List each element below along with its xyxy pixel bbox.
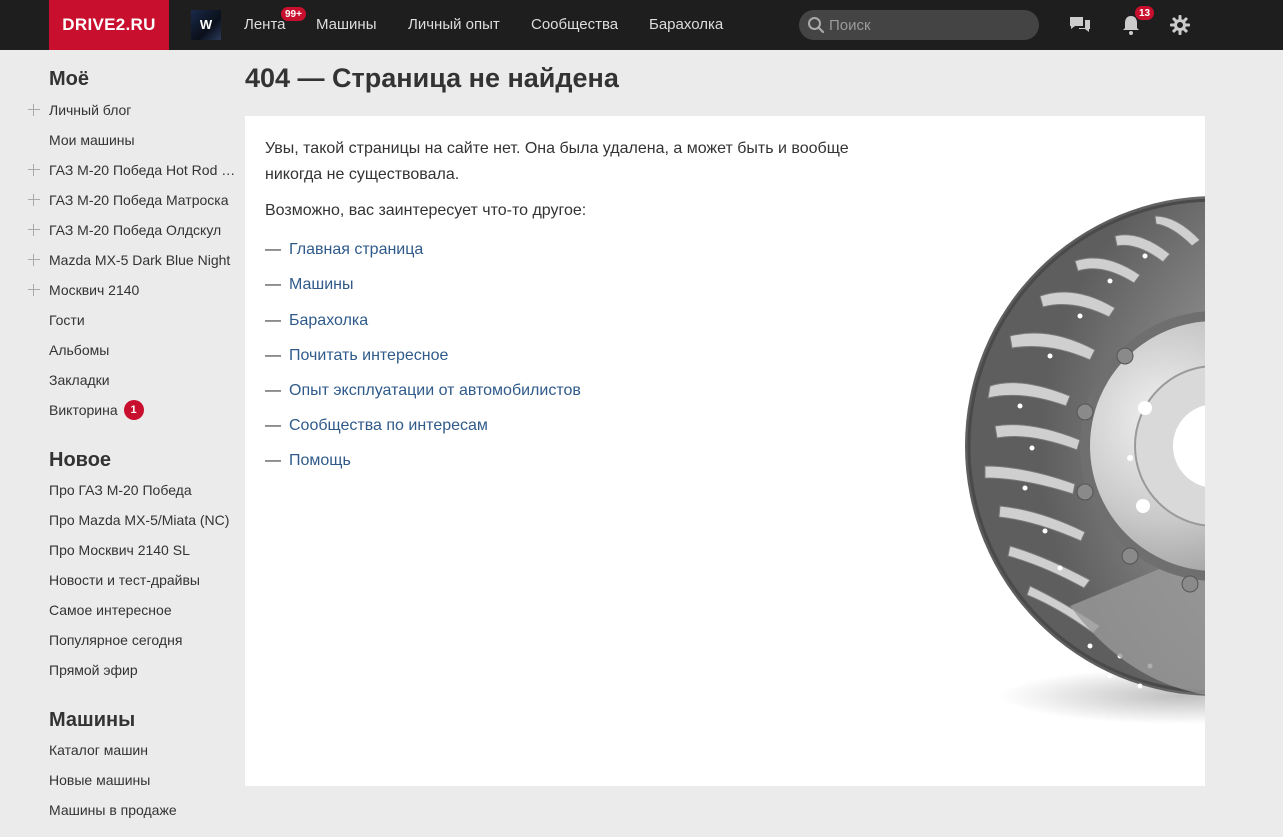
sidebar-item-blog[interactable]: Личный блог	[49, 100, 239, 120]
intro-text: Увы, такой страницы на сайте нет. Она бы…	[265, 140, 849, 183]
link-cars[interactable]: Машины	[289, 276, 354, 293]
gear-icon[interactable]	[1168, 13, 1192, 37]
page-title: 404 — Страница не найдена	[245, 63, 619, 93]
plus-icon[interactable]	[28, 224, 40, 236]
link-read[interactable]: Почитать интересное	[289, 347, 448, 364]
sidebar-item-my-cars[interactable]: Мои машины	[49, 130, 239, 150]
list-item: — Почитать интересное	[265, 345, 448, 367]
plus-icon[interactable]	[28, 104, 40, 116]
link-market[interactable]: Барахолка	[289, 312, 368, 329]
sidebar-item-interesting[interactable]: Самое интересное	[49, 600, 239, 620]
nav-feed[interactable]: Лента	[244, 0, 286, 50]
sidebar-item-quiz-label: Викторина	[49, 402, 118, 418]
user-avatar[interactable]: W	[191, 10, 221, 40]
sidebar-item-live[interactable]: Прямой эфир	[49, 660, 239, 680]
list-item: — Опыт эксплуатации от автомобилистов	[265, 380, 581, 402]
list-item: — Главная страница	[265, 239, 423, 261]
sidebar-section-new: Новое	[49, 449, 112, 471]
plus-icon[interactable]	[28, 164, 40, 176]
search-icon	[808, 17, 825, 34]
sidebar-section-my: Моё	[49, 68, 89, 90]
sidebar-item-about-moskvich[interactable]: Про Москвич 2140 SL	[49, 540, 239, 560]
dash: —	[265, 452, 281, 469]
nav-cars[interactable]: Машины	[316, 0, 376, 50]
site-logo[interactable]: DRIVE2.RU	[49, 0, 169, 50]
plus-icon[interactable]	[28, 194, 40, 206]
plus-icon[interactable]	[28, 254, 40, 266]
nav-feed-label: Лента	[244, 16, 286, 33]
sidebar-item-bookmarks[interactable]: Закладки	[49, 370, 239, 390]
link-home[interactable]: Главная страница	[289, 241, 423, 258]
sidebar-item-catalog[interactable]: Каталог машин	[49, 740, 239, 760]
sidebar-item-for-sale[interactable]: Машины в продаже	[49, 800, 239, 820]
search-input[interactable]	[829, 10, 1029, 40]
nav-market[interactable]: Барахолка	[649, 0, 723, 50]
link-experience[interactable]: Опыт эксплуатации от автомобилистов	[289, 382, 581, 399]
nav-communities[interactable]: Сообщества	[531, 0, 618, 50]
notifications-badge: 13	[1134, 5, 1156, 21]
sidebar-item-about-mazda[interactable]: Про Mazda MX-5/Miata (NC)	[49, 510, 239, 530]
content-card: Увы, такой страницы на сайте нет. Она бы…	[245, 116, 1205, 786]
sidebar-item-new-cars[interactable]: Новые машины	[49, 770, 239, 790]
plus-icon[interactable]	[28, 284, 40, 296]
sidebar-item-guests[interactable]: Гости	[49, 310, 239, 330]
nav-experience[interactable]: Личный опыт	[408, 0, 500, 50]
link-help[interactable]: Помощь	[289, 452, 351, 469]
dash: —	[265, 347, 281, 364]
suggestion-text: Возможно, вас заинтересует что-то другое…	[265, 202, 587, 219]
messages-icon[interactable]	[1068, 13, 1092, 37]
sidebar-section-cars: Машины	[49, 709, 136, 731]
sidebar-item-car-oldschool[interactable]: ГАЗ М-20 Победа Олдскул	[49, 220, 239, 240]
sidebar-item-car-moskvich[interactable]: Москвич 2140	[49, 280, 239, 300]
list-item: — Машины	[265, 274, 354, 296]
link-communities[interactable]: Сообщества по интересам	[289, 417, 488, 434]
quiz-badge: 1	[123, 400, 144, 420]
sidebar-item-quiz[interactable]: Викторина 1	[49, 400, 239, 420]
dash: —	[265, 417, 281, 434]
dash: —	[265, 276, 281, 293]
sidebar-item-car-hotrod[interactable]: ГАЗ М-20 Победа Hot Rod Шмат	[49, 160, 239, 180]
feed-badge: 99+	[280, 6, 307, 22]
dash: —	[265, 312, 281, 329]
list-item: — Помощь	[265, 450, 351, 472]
sidebar-item-car-matroska[interactable]: ГАЗ М-20 Победа Матроска	[49, 190, 239, 210]
search-box[interactable]	[799, 10, 1039, 40]
sidebar-item-car-mazda[interactable]: Mazda MX-5 Dark Blue Night	[49, 250, 239, 270]
list-item: — Сообщества по интересам	[265, 415, 488, 437]
dash: —	[265, 382, 281, 399]
sidebar-item-albums[interactable]: Альбомы	[49, 340, 239, 360]
top-bar: DRIVE2.RU W Лента 99+ Машины Личный опыт…	[0, 0, 1283, 50]
list-item: — Барахолка	[265, 310, 368, 332]
sidebar-item-news[interactable]: Новости и тест-драйвы	[49, 570, 239, 590]
sidebar-item-about-gaz[interactable]: Про ГАЗ М-20 Победа	[49, 480, 239, 500]
sidebar-item-popular[interactable]: Популярное сегодня	[49, 630, 239, 650]
dash: —	[265, 241, 281, 258]
brake-disc-illustration	[965, 196, 1205, 724]
